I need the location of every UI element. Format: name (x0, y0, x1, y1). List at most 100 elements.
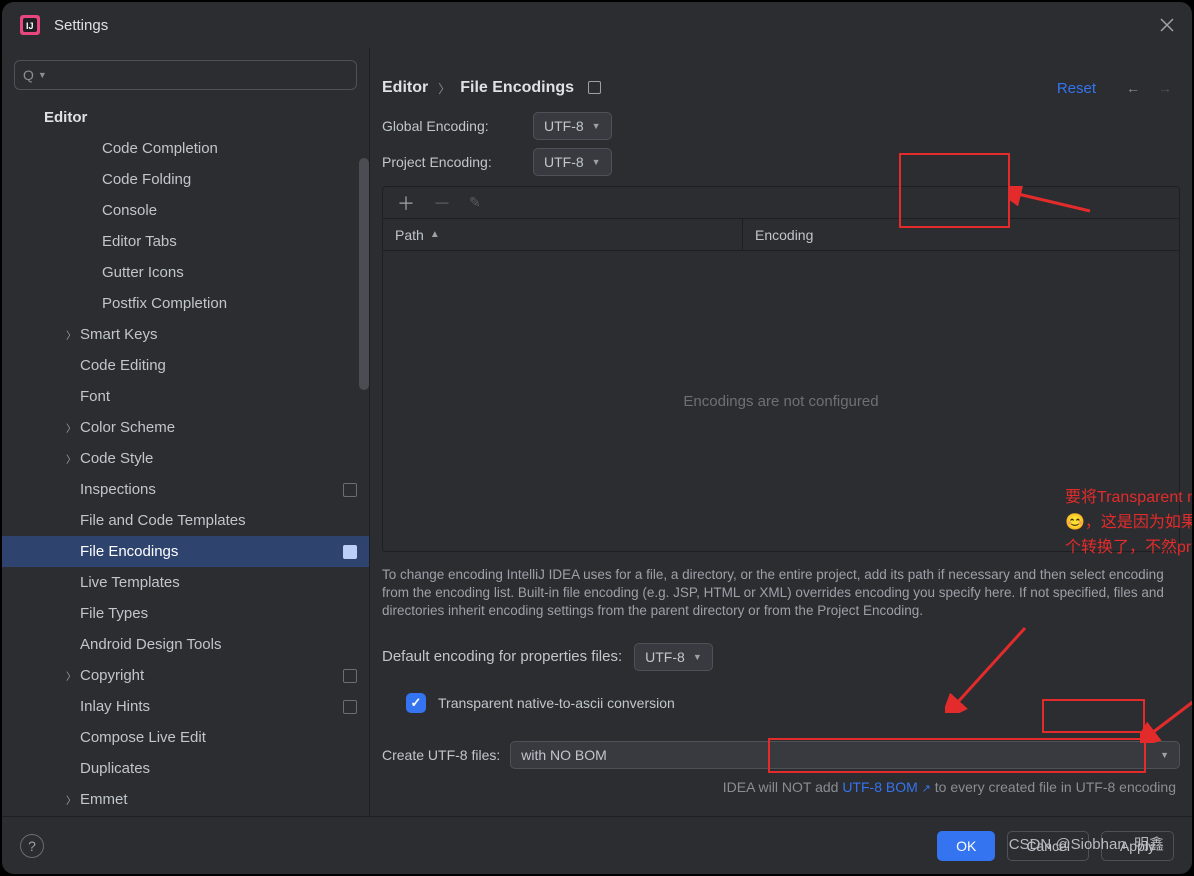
sidebar-item-editor-tabs[interactable]: Editor Tabs (2, 226, 369, 257)
utf8-bom-link[interactable]: UTF-8 BOM ↗ (842, 779, 931, 795)
tree-item-label: Code Folding (102, 171, 357, 188)
global-encoding-label: Global Encoding: (382, 118, 533, 134)
col-encoding[interactable]: Encoding (743, 219, 1179, 250)
breadcrumb-leaf: File Encodings (460, 79, 601, 97)
tree-item-label: Console (102, 202, 357, 219)
tree-item-label: Code Style (80, 450, 357, 467)
external-link-icon: ↗ (922, 783, 931, 795)
module-icon (343, 700, 357, 714)
reset-link[interactable]: Reset (1057, 80, 1096, 97)
transparent-ascii-label[interactable]: Transparent native-to-ascii conversion (438, 695, 675, 711)
sidebar-item-file-encodings[interactable]: File Encodings (2, 536, 369, 567)
create-utf8-label: Create UTF-8 files: (382, 747, 500, 763)
sidebar-item-font[interactable]: Font (2, 381, 369, 412)
tree-item-label: Code Editing (80, 357, 357, 374)
breadcrumb-root[interactable]: Editor (382, 79, 428, 97)
props-encoding-label: Default encoding for properties files: (382, 648, 622, 665)
tree-item-label: Color Scheme (80, 419, 357, 436)
chevron-down-icon: ▼ (1160, 750, 1169, 760)
global-encoding-dropdown[interactable]: UTF-8▼ (533, 112, 612, 140)
chevron-right-icon: 〉 (62, 327, 80, 342)
sidebar-item-android-design-tools[interactable]: Android Design Tools (2, 629, 369, 660)
chevron-right-icon: 〉 (62, 792, 80, 807)
tree-item-label: File Encodings (80, 543, 343, 560)
tree-item-label: File and Code Templates (80, 512, 357, 529)
help-text: To change encoding IntelliJ IDEA uses fo… (382, 566, 1180, 621)
sidebar-item-emmet[interactable]: 〉Emmet (2, 784, 369, 815)
scrollbar-thumb[interactable] (359, 158, 369, 390)
tree-item-label: Compose Live Edit (80, 729, 357, 746)
close-icon[interactable] (1160, 18, 1174, 32)
nav-back-icon[interactable]: ← (1126, 80, 1140, 96)
chevron-right-icon: 〉 (62, 668, 80, 683)
chevron-down-icon: ▼ (592, 121, 601, 131)
sort-asc-icon: ▲ (430, 229, 440, 240)
tree-item-label: Live Templates (80, 574, 357, 591)
nav-forward-icon: → (1158, 80, 1172, 96)
window-title: Settings (54, 17, 108, 34)
tree-item-label: Postfix Completion (102, 295, 357, 312)
module-icon (343, 483, 357, 497)
tree-item-label: Emmet (80, 791, 357, 808)
add-icon[interactable]: ＋ (397, 190, 415, 216)
sidebar-item-code-style[interactable]: 〉Code Style (2, 443, 369, 474)
sidebar-item-smart-keys[interactable]: 〉Smart Keys (2, 319, 369, 350)
transparent-ascii-checkbox[interactable]: ✓ (406, 693, 426, 713)
sidebar-item-color-scheme[interactable]: 〉Color Scheme (2, 412, 369, 443)
sidebar: Q ▼ Editor Code Completion Code Folding Co… (2, 48, 370, 816)
tree-item-label: Inlay Hints (80, 698, 343, 715)
chevron-right-icon: 〉 (438, 80, 450, 97)
module-icon (588, 81, 601, 94)
tree-item-label: Duplicates (80, 760, 357, 777)
sidebar-item-code-editing[interactable]: Code Editing (2, 350, 369, 381)
chevron-right-icon: 〉 (62, 420, 80, 435)
sidebar-item-file-and-code-templates[interactable]: File and Code Templates (2, 505, 369, 536)
settings-tree[interactable]: Editor Code Completion Code Folding Consol… (2, 96, 369, 816)
cancel-button[interactable]: Cancel (1007, 831, 1089, 861)
search-icon: Q (23, 67, 34, 83)
tree-item-label: Inspections (80, 481, 343, 498)
sidebar-item-inspections[interactable]: Inspections (2, 474, 369, 505)
tree-item-label: Copyright (80, 667, 343, 684)
encoding-table: ＋ － ✎ Path▲ Encoding Encodings are not c… (382, 186, 1180, 552)
bom-note: IDEA will NOT add UTF-8 BOM ↗ to every c… (382, 779, 1180, 795)
sidebar-item-live-templates[interactable]: Live Templates (2, 567, 369, 598)
table-empty-text: Encodings are not configured (383, 251, 1179, 551)
sidebar-item-duplicates[interactable]: Duplicates (2, 753, 369, 784)
sidebar-item-postfix-completion[interactable]: Postfix Completion (2, 288, 369, 319)
tree-section-editor[interactable]: Editor (2, 102, 369, 133)
search-input[interactable]: Q ▼ (14, 60, 357, 90)
module-icon (343, 545, 357, 559)
tree-item-label: Code Completion (102, 140, 357, 157)
app-icon: IJ (20, 15, 40, 35)
sidebar-item-file-types[interactable]: File Types (2, 598, 369, 629)
ok-button[interactable]: OK (937, 831, 995, 861)
tree-item-label: Android Design Tools (80, 636, 357, 653)
tree-item-label: Font (80, 388, 357, 405)
tree-item-label: Smart Keys (80, 326, 357, 343)
chevron-down-icon: ▼ (693, 652, 702, 662)
props-encoding-dropdown[interactable]: UTF-8▼ (634, 643, 713, 671)
sidebar-item-console[interactable]: Console (2, 195, 369, 226)
sidebar-item-gutter-icons[interactable]: Gutter Icons (2, 257, 369, 288)
sidebar-item-inlay-hints[interactable]: Inlay Hints (2, 691, 369, 722)
content-panel: Editor 〉 File Encodings Reset ← → Global… (370, 48, 1192, 816)
sidebar-item-code-completion[interactable]: Code Completion (2, 133, 369, 164)
create-utf8-dropdown[interactable]: with NO BOM ▼ (510, 741, 1180, 769)
tree-item-label: Gutter Icons (102, 264, 357, 281)
sidebar-item-copyright[interactable]: 〉Copyright (2, 660, 369, 691)
sidebar-item-compose-live-edit[interactable]: Compose Live Edit (2, 722, 369, 753)
col-path[interactable]: Path▲ (383, 219, 743, 250)
remove-icon: － (433, 190, 451, 216)
annotation-arrow (1140, 623, 1192, 743)
edit-icon: ✎ (469, 194, 481, 211)
sidebar-item-code-folding[interactable]: Code Folding (2, 164, 369, 195)
apply-button[interactable]: Apply (1101, 831, 1174, 861)
module-icon (343, 669, 357, 683)
tree-item-label: File Types (80, 605, 357, 622)
chevron-down-icon: ▼ (38, 70, 47, 80)
project-encoding-dropdown[interactable]: UTF-8▼ (533, 148, 612, 176)
help-icon[interactable]: ? (20, 834, 44, 858)
svg-text:IJ: IJ (26, 21, 34, 31)
chevron-down-icon: ▼ (592, 157, 601, 167)
